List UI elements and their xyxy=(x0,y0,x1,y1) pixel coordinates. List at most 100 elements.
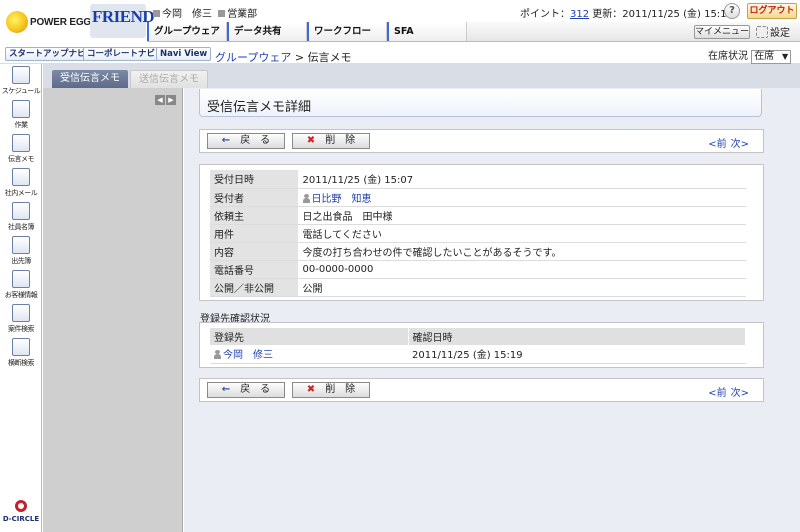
next-link[interactable]: 次> xyxy=(731,388,749,399)
my-menu-button[interactable]: マイメニュー xyxy=(694,25,750,39)
settings-label: 設定 xyxy=(770,28,790,39)
corporate-navi-button[interactable]: コーポレートナビ xyxy=(83,47,160,61)
mail-icon xyxy=(12,168,30,186)
points-label: ポイント： xyxy=(520,9,570,20)
delete-button[interactable]: ✖ 削 除 xyxy=(292,133,370,149)
field-value: 2011/11/25 (金) 15:07 xyxy=(298,170,746,189)
action-bar-top: ← 戻 る ✖ 削 除 <前 次> xyxy=(199,129,764,153)
rail-item-label: 社内メール xyxy=(4,189,38,197)
rail-item-label: 横断検索 xyxy=(8,359,35,367)
page-title: 受信伝言メモ詳細 xyxy=(207,100,312,115)
collapse-left-icon[interactable]: ◀ xyxy=(155,95,165,105)
rail-item-internal-mail[interactable]: 社内メール xyxy=(0,166,42,200)
rail-item-case-search[interactable]: 案件検索 xyxy=(0,302,42,336)
rail-item-label: 案件検索 xyxy=(8,325,35,333)
calendar-icon xyxy=(12,66,30,84)
arrow-left-icon: ← xyxy=(221,135,231,146)
cross-search-icon xyxy=(12,338,30,356)
prev-link[interactable]: <前 xyxy=(708,139,726,150)
delete-button[interactable]: ✖ 削 除 xyxy=(292,382,370,398)
breadcrumb-separator: > xyxy=(294,51,305,64)
table-header-row: 登録先 確認日時 xyxy=(210,328,746,345)
field-value: 日之出食品 田中様 xyxy=(298,206,746,225)
person-icon xyxy=(302,193,310,203)
rail-item-employee-directory[interactable]: 社員名簿 xyxy=(0,200,42,234)
table-row: 受付日時 2011/11/25 (金) 15:07 xyxy=(210,170,746,189)
person-icon xyxy=(214,350,221,360)
side-panel xyxy=(43,64,183,532)
prev-link[interactable]: <前 xyxy=(708,388,726,399)
table-row: 公開／非公開 公開 xyxy=(210,278,746,297)
tab-received-memo[interactable]: 受信伝言メモ xyxy=(52,70,128,88)
pager: <前 次> xyxy=(706,384,751,399)
confirmation-panel: 登録先 確認日時 今岡 修三 2011/11/25 (金) 15:19 xyxy=(199,322,764,368)
logo-brand-text: POWER EGG xyxy=(30,17,91,28)
rail-item-schedule[interactable]: スケジュール xyxy=(0,64,42,98)
tab-data-sharing[interactable]: データ共有 xyxy=(227,22,307,41)
department-name: 営業部 xyxy=(227,9,258,20)
back-button-label: 戻 る xyxy=(240,384,271,395)
last-updated: 更新：2011/11/25 (金) 15:14 xyxy=(592,9,733,20)
rail-item-label: 出先簿 xyxy=(11,257,31,265)
detail-panel: 受付日時 2011/11/25 (金) 15:07 受付者 日比野 知恵 依頼主 日之… xyxy=(199,164,764,301)
rail-item-message-memo[interactable]: 伝言メモ xyxy=(0,132,42,166)
back-button[interactable]: ← 戻 る xyxy=(207,133,285,149)
presence-status: 在席状況 在席 ▼ xyxy=(708,47,792,64)
breadcrumb-current: 伝言メモ xyxy=(307,51,352,64)
receiver-link[interactable]: 日比野 知恵 xyxy=(312,194,372,205)
rail-item-whereabouts[interactable]: 出先簿 xyxy=(0,234,42,268)
back-button[interactable]: ← 戻 る xyxy=(207,382,285,398)
table-row: 受付者 日比野 知恵 xyxy=(210,188,746,207)
table-row: 電話番号 00-0000-0000 xyxy=(210,260,746,279)
delete-button-label: 削 除 xyxy=(325,384,356,395)
logout-button[interactable]: ログアウト xyxy=(747,3,797,19)
field-value: 日比野 知恵 xyxy=(298,188,746,207)
table-row: 依頼主 日之出食品 田中様 xyxy=(210,206,746,225)
expand-right-icon[interactable]: ▶ xyxy=(166,95,176,105)
startup-navi-button[interactable]: スタートアップナビ xyxy=(5,47,90,61)
power-egg-logo-icon xyxy=(6,11,28,33)
column-header: 確認日時 xyxy=(408,328,746,345)
breadcrumb-groupware-link[interactable]: グループウェア xyxy=(215,51,291,64)
rail-item-tasks[interactable]: 作業 xyxy=(0,98,42,132)
tab-sfa[interactable]: SFA xyxy=(387,22,467,41)
employee-directory-icon xyxy=(12,202,30,220)
field-label: 依頼主 xyxy=(210,206,299,225)
user-info: 今岡 修三 営業部 xyxy=(153,5,257,20)
left-rail: スケジュール 作業 伝言メモ 社内メール 社員名簿 出先簿 お客様情報 案件検索… xyxy=(0,64,42,532)
next-link[interactable]: 次> xyxy=(731,139,749,150)
breadcrumb: グループウェア > 伝言メモ xyxy=(215,49,352,65)
department-icon xyxy=(218,10,226,17)
whereabouts-icon xyxy=(12,236,30,254)
settings-link[interactable]: 設定 xyxy=(756,24,790,39)
points-link[interactable]: 312 xyxy=(570,9,589,20)
rail-item-customer-info[interactable]: お客様情報 xyxy=(0,268,42,302)
tab-groupware[interactable]: グループウェア xyxy=(147,22,227,41)
footer-brand-text: D-CIRCLE xyxy=(2,515,40,523)
field-value: 公開 xyxy=(298,278,746,297)
rail-item-cross-search[interactable]: 横断検索 xyxy=(0,336,42,370)
delete-x-icon: ✖ xyxy=(306,135,316,146)
tab-workflow[interactable]: ワークフロー xyxy=(307,22,387,41)
rail-item-label: 社員名簿 xyxy=(8,223,35,231)
navi-view-button[interactable]: Navi View xyxy=(156,47,212,61)
chevron-down-icon: ▼ xyxy=(782,52,789,61)
main-content xyxy=(184,88,800,532)
help-button[interactable]: ? xyxy=(724,3,740,19)
registrant-cell: 今岡 修三 xyxy=(210,345,408,364)
field-label: 電話番号 xyxy=(210,260,299,279)
d-circle-logo: D-CIRCLE xyxy=(2,498,40,528)
app-logo[interactable]: POWER EGG FRIEND xyxy=(4,4,155,38)
user-name: 今岡 修三 xyxy=(162,9,212,20)
presence-value: 在席 xyxy=(754,51,775,62)
detail-table: 受付日時 2011/11/25 (金) 15:07 受付者 日比野 知恵 依頼主 日之… xyxy=(210,170,746,297)
rail-item-label: お客様情報 xyxy=(4,291,38,299)
case-search-icon xyxy=(12,304,30,322)
navi-row: スタートアップナビ コーポレートナビ Navi View xyxy=(0,42,800,64)
field-value: 電話してください xyxy=(298,224,746,243)
delete-x-icon: ✖ xyxy=(306,384,316,395)
registrant-link[interactable]: 今岡 修三 xyxy=(223,350,273,361)
back-button-label: 戻 る xyxy=(240,135,271,146)
presence-select[interactable]: 在席 ▼ xyxy=(751,50,792,64)
tab-sent-memo[interactable]: 送信伝言メモ xyxy=(130,70,208,88)
